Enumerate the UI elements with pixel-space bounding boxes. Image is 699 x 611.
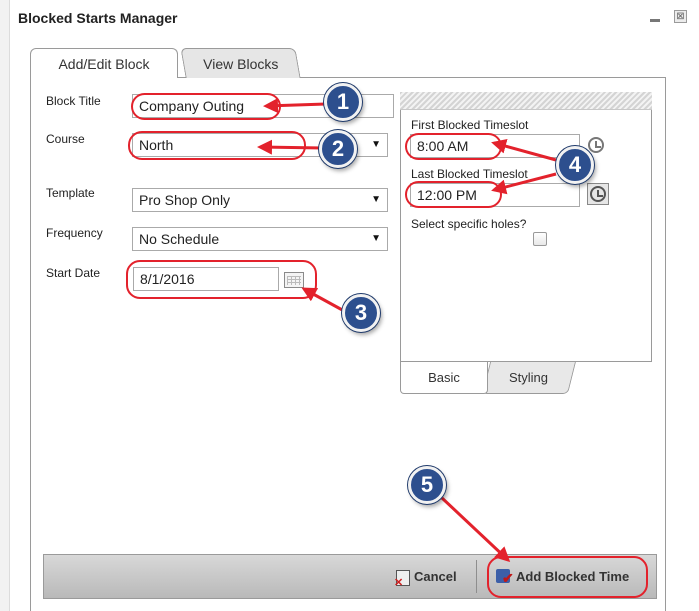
tab-add-edit-block[interactable]: Add/Edit Block [30, 48, 178, 78]
minimize-icon[interactable] [649, 12, 661, 22]
clock-icon[interactable] [587, 183, 609, 205]
callout-3: 3 [342, 294, 380, 332]
footer-separator [476, 560, 477, 593]
block-title-label: Block Title [46, 94, 101, 108]
specific-holes-label: Select specific holes? [411, 217, 527, 231]
highlight-block-title [131, 93, 281, 120]
course-label: Course [46, 132, 85, 146]
window-title: Blocked Starts Manager [18, 10, 178, 26]
highlight-add-blocked-time [487, 556, 648, 598]
cancel-button-label: Cancel [414, 569, 457, 584]
frequency-label: Frequency [46, 226, 103, 240]
highlight-course [128, 131, 306, 160]
template-select[interactable]: Pro Shop Only ▼ [132, 188, 388, 212]
tab-styling-label: Styling [509, 370, 549, 385]
dropdown-arrow-icon: ▼ [371, 233, 381, 244]
close-icon[interactable]: ⊠ [674, 10, 687, 23]
highlight-first-timeslot [405, 133, 502, 160]
callout-2: 2 [319, 130, 357, 168]
cancel-button[interactable]: Cancel [392, 560, 457, 600]
template-select-value: Pro Shop Only [139, 192, 231, 208]
frequency-select[interactable]: No Schedule ▼ [132, 227, 388, 251]
timeslot-panel-header [400, 92, 652, 110]
callout-5: 5 [408, 466, 446, 504]
tab-styling[interactable]: Styling [482, 362, 576, 394]
callout-1: 1 [324, 83, 362, 121]
highlight-start-date [126, 260, 317, 299]
first-timeslot-label: First Blocked Timeslot [411, 118, 529, 132]
highlight-last-timeslot [405, 181, 502, 208]
tab-view-blocks[interactable]: View Blocks [180, 48, 301, 78]
start-date-label: Start Date [46, 266, 101, 280]
dropdown-arrow-icon: ▼ [371, 139, 381, 150]
last-timeslot-label: Last Blocked Timeslot [411, 167, 528, 181]
cancel-icon [394, 566, 410, 600]
dropdown-arrow-icon: ▼ [371, 194, 381, 205]
frequency-select-value: No Schedule [139, 231, 220, 247]
callout-4: 4 [556, 146, 594, 184]
template-label: Template [46, 186, 95, 200]
specific-holes-checkbox[interactable] [533, 232, 547, 246]
tab-view-blocks-label: View Blocks [203, 56, 279, 72]
tab-basic[interactable]: Basic [400, 362, 488, 394]
left-window-edge [0, 0, 10, 611]
